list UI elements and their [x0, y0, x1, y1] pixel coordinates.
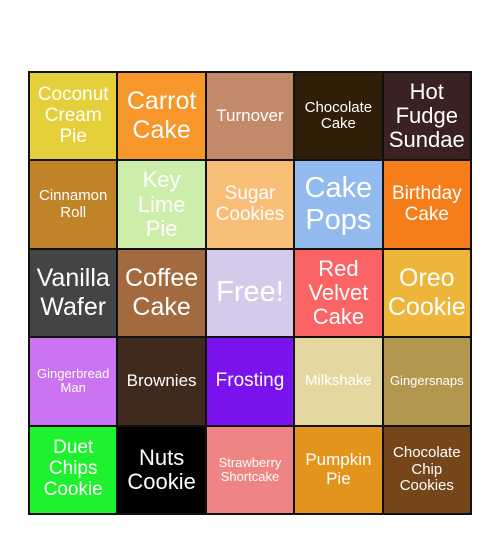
bingo-cell[interactable]: Cinnamon Roll — [30, 161, 117, 248]
cell-label: Cinnamon Roll — [39, 187, 108, 221]
bingo-cell[interactable]: Milkshake — [295, 338, 382, 425]
cell-label: Duet Chips Cookie — [43, 437, 103, 501]
cell-label: Key Lime Pie — [137, 167, 186, 241]
bingo-cell[interactable]: Pumpkin Pie — [295, 426, 382, 513]
bingo-cell[interactable]: Coffee Cake — [118, 249, 205, 337]
cell-label: Nuts Cookie — [127, 444, 196, 494]
bingo-cell[interactable]: Carrot Cake — [118, 73, 205, 160]
cell-label: Gingersnaps — [389, 373, 464, 389]
cell-label: Turnover — [216, 105, 284, 125]
bingo-cell[interactable]: Chocolate Cake — [295, 73, 382, 160]
cell-label: Pumpkin Pie — [305, 450, 372, 488]
bingo-board: Coconut Cream Pie Carrot Cake Turnover C… — [28, 71, 472, 515]
cell-label: Coconut Cream Pie — [37, 83, 109, 147]
cell-label: Chocolate Chip Cookies — [393, 444, 461, 495]
cell-label: Vanilla Wafer — [36, 264, 110, 321]
bingo-cell[interactable]: Gingerbread Man — [30, 338, 117, 425]
cell-label: Gingerbread Man — [37, 366, 110, 396]
cell-label: Hot Fudge Sundae — [388, 78, 465, 153]
bingo-cell[interactable]: Turnover — [206, 73, 294, 160]
bingo-cell[interactable]: Key Lime Pie — [118, 161, 205, 248]
cell-label: Milkshake — [305, 372, 372, 390]
cell-label: Coffee Cake — [124, 264, 199, 321]
cell-label: Brownies — [126, 371, 197, 391]
cell-label: Strawberry Shortcake — [218, 454, 282, 484]
cell-label: Oreo Cookie — [387, 264, 466, 321]
bingo-cell[interactable]: Hot Fudge Sundae — [383, 73, 470, 160]
bingo-cell[interactable]: Red Velvet Cake — [295, 249, 382, 337]
bingo-cell[interactable]: Nuts Cookie — [118, 426, 205, 513]
bingo-cell[interactable]: Chocolate Chip Cookies — [383, 426, 470, 513]
cell-label: Sugar Cookies — [215, 182, 285, 225]
bingo-cell[interactable]: Brownies — [118, 338, 205, 425]
cell-label: Red Velvet Cake — [308, 255, 369, 330]
bingo-cell[interactable]: Birthday Cake — [383, 161, 470, 248]
bingo-cell[interactable]: Sugar Cookies — [206, 161, 294, 248]
bingo-cell[interactable]: Gingersnaps — [383, 338, 470, 425]
bingo-cell[interactable]: Coconut Cream Pie — [30, 73, 117, 160]
cell-label: Carrot Cake — [126, 87, 197, 145]
bingo-cell[interactable]: Frosting — [206, 338, 294, 425]
cell-label: Cake Pops — [304, 171, 373, 236]
free-space[interactable]: Free! — [206, 249, 294, 337]
bingo-cell[interactable]: Duet Chips Cookie — [30, 426, 117, 513]
bingo-cell[interactable]: Cake Pops — [295, 161, 382, 248]
bingo-cell[interactable]: Oreo Cookie — [383, 249, 470, 337]
cell-label: Free! — [216, 276, 284, 309]
cell-label: Birthday Cake — [391, 182, 462, 225]
cell-label: Chocolate Cake — [304, 98, 373, 133]
bingo-cell[interactable]: Vanilla Wafer — [30, 249, 117, 337]
cell-label: Frosting — [215, 369, 285, 391]
bingo-cell[interactable]: Strawberry Shortcake — [206, 426, 294, 513]
